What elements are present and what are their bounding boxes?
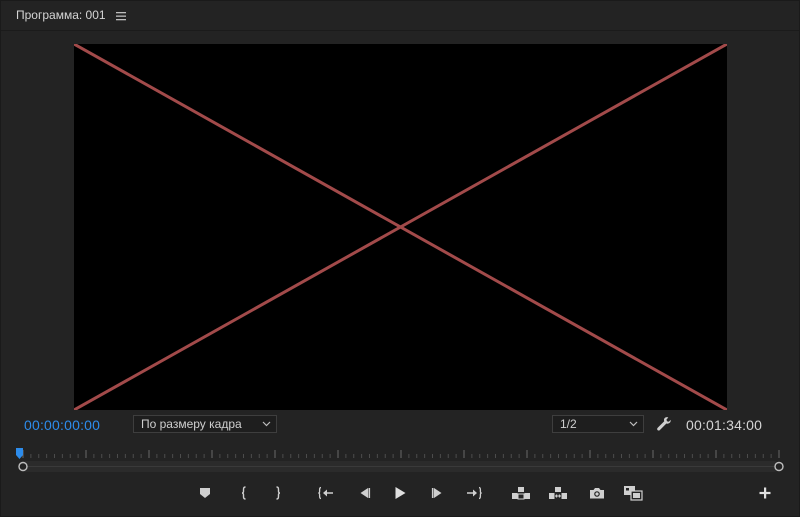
go-to-out-button[interactable]	[464, 484, 484, 502]
export-frame-button[interactable]	[587, 484, 607, 502]
zoom-scroll-end-handle[interactable]	[774, 461, 784, 472]
step-back-button[interactable]	[354, 484, 374, 502]
program-monitor-panel: Программа: 001 00:00:00:00 По размеру ка…	[0, 0, 800, 517]
time-ruler[interactable]	[14, 444, 786, 474]
chevron-down-icon	[262, 421, 271, 427]
panel-title[interactable]: Программа: 001	[16, 8, 106, 22]
time-ruler-graphic	[18, 450, 784, 472]
missing-media-cross	[74, 44, 727, 410]
panel-header: Программа: 001	[0, 0, 800, 30]
zoom-level-value: По размеру кадра	[141, 417, 242, 431]
mark-in-button[interactable]	[234, 484, 254, 502]
hamburger-menu-icon[interactable]	[116, 9, 126, 21]
mark-out-button[interactable]	[268, 484, 288, 502]
step-back-icon	[360, 488, 371, 498]
comparison-view-button[interactable]	[623, 484, 643, 502]
chevron-down-icon	[629, 421, 638, 427]
header-divider	[0, 30, 800, 31]
play-icon	[395, 487, 406, 499]
plus-icon	[759, 487, 771, 499]
comparison-view-icon	[624, 486, 643, 501]
lift-button[interactable]	[511, 484, 531, 502]
go-to-out-icon	[467, 486, 482, 500]
play-button[interactable]	[390, 484, 410, 502]
playback-resolution-value: 1/2	[560, 417, 577, 431]
extract-button[interactable]	[548, 484, 568, 502]
add-marker-button[interactable]	[195, 484, 215, 502]
lift-icon	[512, 487, 530, 500]
button-editor-add-button[interactable]	[755, 484, 775, 502]
extract-icon	[549, 487, 567, 499]
duration-timecode: 00:01:34:00	[686, 417, 763, 433]
playhead[interactable]	[16, 446, 23, 459]
zoom-scroll-start-handle[interactable]	[18, 461, 28, 472]
zoom-level-select[interactable]: По размеру кадра	[133, 415, 277, 433]
current-timecode[interactable]: 00:00:00:00	[24, 417, 100, 433]
add-marker-icon	[200, 488, 210, 498]
mark-out-icon	[276, 486, 281, 500]
playback-resolution-select[interactable]: 1/2	[552, 415, 644, 433]
go-to-in-icon	[318, 486, 333, 500]
wrench-icon[interactable]	[656, 416, 672, 432]
program-viewer[interactable]	[74, 44, 727, 410]
mark-in-icon	[241, 486, 246, 500]
step-forward-icon	[431, 488, 442, 498]
step-forward-button[interactable]	[428, 484, 448, 502]
camera-icon	[590, 488, 604, 499]
go-to-in-button[interactable]	[316, 484, 336, 502]
